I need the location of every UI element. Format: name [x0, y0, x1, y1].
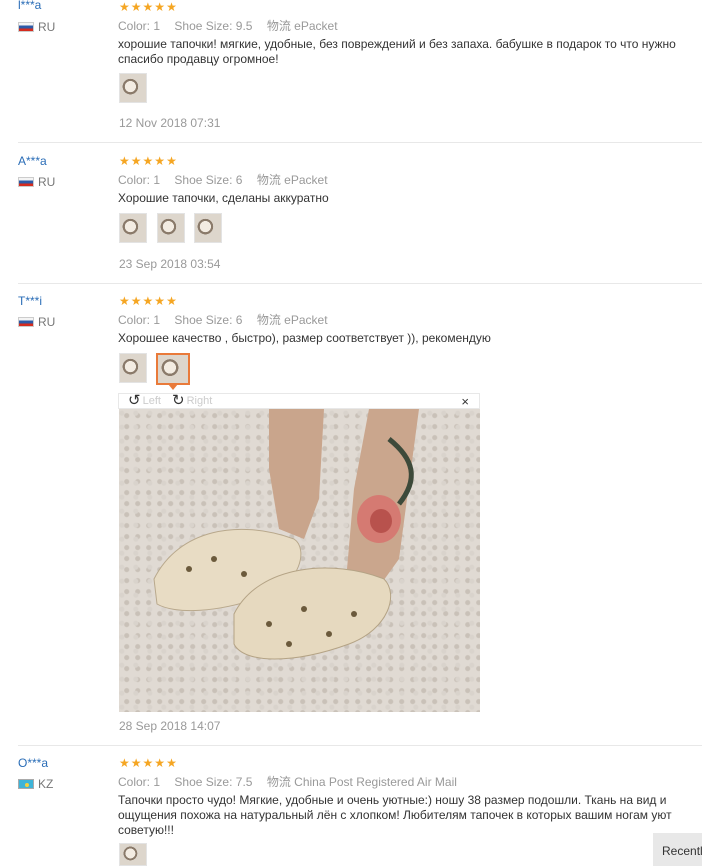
star-icon: ★	[166, 756, 177, 770]
recently-viewed-button[interactable]: Recently	[653, 833, 702, 866]
star-icon: ★	[119, 294, 130, 308]
rating-stars: ★ ★ ★ ★ ★	[119, 295, 177, 307]
flag-icon	[18, 22, 34, 32]
review-date: 28 Sep 2018 14:07	[119, 719, 221, 733]
review-text: хорошие тапочки! мягкие, удобные, без по…	[118, 37, 676, 66]
review-photo-thumb[interactable]	[119, 843, 147, 866]
reviewer-country: KZ	[18, 777, 53, 791]
review-photo-thumb[interactable]	[157, 213, 185, 243]
leg-left	[269, 409, 324, 539]
rotate-left-icon: ↺	[128, 392, 141, 409]
rating-stars: ★ ★ ★ ★ ★	[119, 1, 177, 13]
close-icon[interactable]: ×	[461, 394, 469, 410]
star-icon: ★	[142, 756, 154, 770]
image-viewer-toolbar: ↺ Left ↻ Right ×	[118, 393, 480, 409]
order-info: Color: 1 Shoe Size: 6 物流 ePacket	[118, 173, 328, 187]
star-icon: ★	[154, 154, 166, 168]
star-icon: ★	[154, 0, 166, 14]
divider	[18, 745, 702, 746]
review-date: 23 Sep 2018 03:54	[119, 257, 221, 271]
review-photo-large	[119, 409, 480, 712]
star-icon: ★	[130, 0, 142, 14]
star-icon: ★	[166, 0, 177, 14]
rating-stars: ★ ★ ★ ★ ★	[119, 757, 177, 769]
rating-stars: ★ ★ ★ ★ ★	[119, 155, 177, 167]
order-info: Color: 1 Shoe Size: 7.5 物流 China Post Re…	[118, 775, 457, 789]
reviewer-country: RU	[18, 315, 55, 329]
reviewer-name[interactable]: O***a	[18, 756, 48, 770]
slippers-photo	[153, 409, 419, 660]
order-info: Color: 1 Shoe Size: 9.5 物流 ePacket	[118, 19, 338, 33]
star-icon: ★	[166, 154, 177, 168]
star-icon: ★	[119, 0, 130, 14]
divider	[18, 142, 702, 143]
reviewer-country: RU	[18, 20, 55, 34]
review-photo-thumb[interactable]	[119, 353, 147, 383]
star-icon: ★	[166, 294, 177, 308]
order-info: Color: 1 Shoe Size: 6 物流 ePacket	[118, 313, 328, 327]
star-icon: ★	[119, 756, 130, 770]
star-icon: ★	[154, 756, 166, 770]
rotate-right-button[interactable]: ↻ Right	[172, 392, 212, 409]
rotate-left-button[interactable]: ↺ Left	[128, 392, 161, 409]
star-icon: ★	[142, 154, 154, 168]
rotate-right-icon: ↻	[172, 392, 185, 409]
star-icon: ★	[154, 294, 166, 308]
review-photo-thumb-selected[interactable]	[156, 353, 190, 390]
star-icon: ★	[130, 756, 142, 770]
tattoo-flower-center	[370, 509, 392, 533]
review-date: 12 Nov 2018 07:31	[119, 116, 221, 130]
reviewer-country: RU	[18, 175, 55, 189]
review-photo-thumb[interactable]	[194, 213, 222, 243]
reviewer-name[interactable]: T***i	[18, 294, 42, 308]
reviewer-name[interactable]: A***a	[18, 154, 47, 168]
star-icon: ★	[130, 294, 142, 308]
review-text: Хорошие тапочки, сделаны аккуратно	[118, 191, 329, 205]
star-icon: ★	[119, 154, 130, 168]
star-icon: ★	[130, 154, 142, 168]
flag-icon	[18, 779, 34, 789]
review-photo-thumb[interactable]	[119, 73, 147, 103]
review-text: Хорошее качество , быстро), размер соотв…	[118, 331, 491, 345]
review-text: Тапочки просто чудо! Мягкие, удобные и о…	[118, 793, 672, 837]
flag-icon	[18, 177, 34, 187]
divider	[18, 283, 702, 284]
reviewer-name[interactable]: l***a	[18, 0, 41, 12]
review-photo-thumb[interactable]	[119, 213, 147, 243]
flag-icon	[18, 317, 34, 327]
star-icon: ★	[142, 0, 154, 14]
selected-indicator-icon	[168, 384, 178, 390]
star-icon: ★	[142, 294, 154, 308]
